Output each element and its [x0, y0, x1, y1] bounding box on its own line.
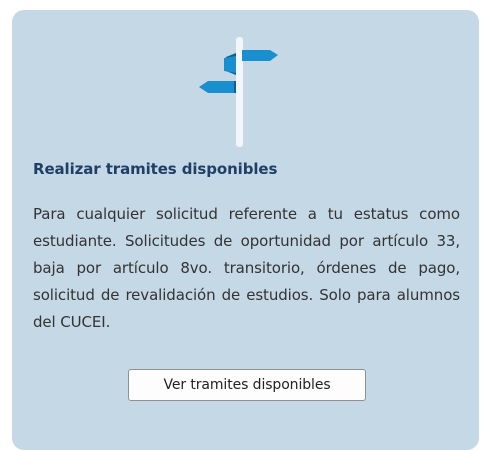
tramites-card: Realizar tramites disponibles Para cualq… — [12, 10, 479, 450]
card-description: Para cualquier solicitud referente a tu … — [33, 205, 460, 331]
signpost-icon — [198, 37, 278, 147]
card-title: Realizar tramites disponibles — [33, 160, 278, 178]
view-tramites-button[interactable]: Ver tramites disponibles — [128, 369, 366, 401]
